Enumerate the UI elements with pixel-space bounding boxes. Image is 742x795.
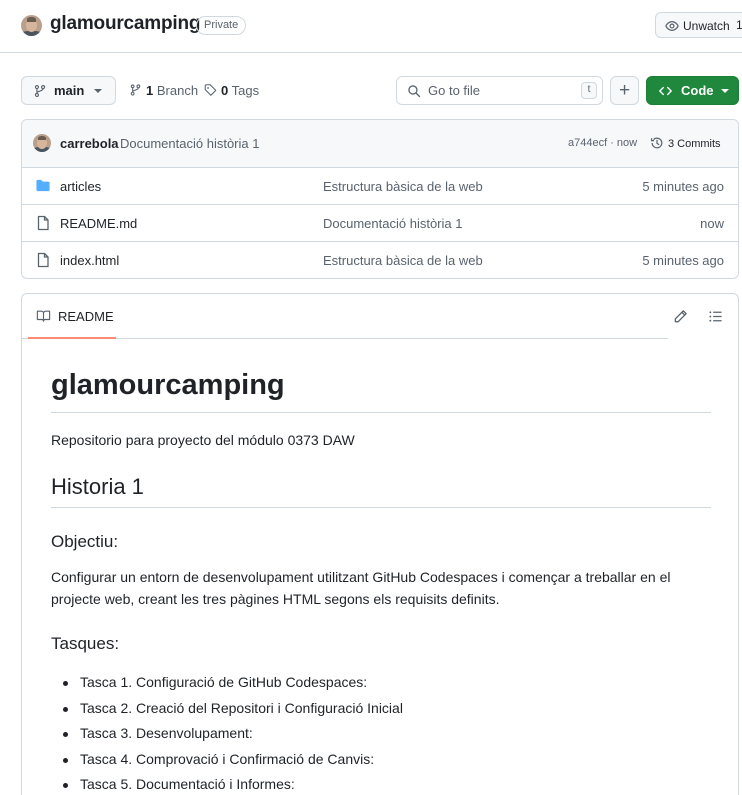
chevron-down-icon [721,89,729,93]
file-browser: carrebola Documentació història 1 a744ec… [21,119,739,279]
commit-hash-time[interactable]: a744ecf · now [568,137,637,149]
file-age: 5 minutes ago [642,253,724,268]
tab-readme[interactable]: README [28,294,116,339]
file-icon [35,215,51,234]
file-name[interactable]: articles [60,179,101,194]
branches-count: 1 [146,83,154,98]
objective-heading: Objectiu: [51,532,119,551]
tag-icon [204,83,217,100]
readme-section-heading: Historia 1 [51,473,711,508]
tags-count: 0 [221,83,229,98]
visibility-badge: Private [196,16,247,35]
commit-message[interactable]: Documentació història 1 [120,136,259,151]
commit-author[interactable]: carrebola [60,136,119,151]
readme-tab-label: README [58,309,114,324]
watch-count: 1 [736,18,742,32]
branches-label: Branch [156,83,199,98]
book-icon [36,309,51,326]
plus-icon: + [618,80,631,101]
list-item: Tasca 4. Comprovació i Confirmació de Ca… [63,747,711,773]
file-row[interactable]: index.html Estructura bàsica de la web 5… [22,242,738,278]
list-item: Tasca 1. Configuració de GitHub Codespac… [63,670,711,696]
shortcut-key-badge: t [581,82,597,99]
list-item: Tasca 5. Documentació i Informes: [63,772,711,795]
file-row[interactable]: articles Estructura bàsica de la web 5 m… [22,168,738,205]
file-commit-message[interactable]: Estructura bàsica de la web [323,253,483,268]
go-to-file-search[interactable] [396,76,603,105]
branches-link[interactable]: 1 Branch [129,83,198,100]
repo-name[interactable]: glamourcamping [50,13,200,35]
code-button[interactable]: Code [646,76,739,105]
readme-header: README [22,294,668,339]
repo-header: glamourcamping Private Unwatch 1 [0,0,742,53]
file-age: now [700,216,724,231]
eye-icon [665,19,679,36]
code-button-label: Code [681,83,714,98]
readme-title: glamourcamping [51,366,711,413]
commit-author-avatar[interactable] [33,134,51,152]
folder-icon [35,178,51,196]
branch-selector-button[interactable]: main [21,76,116,105]
go-to-file-input[interactable] [428,82,568,99]
list-item: Tasca 3. Desenvolupament: [63,721,711,747]
file-commit-message[interactable]: Estructura bàsica de la web [323,179,483,194]
file-age: 5 minutes ago [642,179,724,194]
pencil-icon[interactable] [673,309,688,327]
git-branch-icon [33,84,47,101]
tags-label: Tags [231,83,260,98]
file-row[interactable]: README.md Documentació història 1 now [22,205,738,242]
unwatch-label: Unwatch [683,19,730,33]
file-name[interactable]: README.md [60,216,137,231]
file-icon [35,252,51,271]
tasks-heading: Tasques: [51,634,120,653]
list-unordered-icon[interactable] [708,309,723,327]
search-icon [407,84,421,101]
readme-content: glamourcamping Repositorio para proyecto… [51,350,711,795]
commits-count-label: 3 Commits [668,138,721,150]
file-commit-message[interactable]: Documentació història 1 [323,216,462,231]
objective-text: Configurar un entorn de desenvolupament … [51,569,671,607]
add-file-button[interactable]: + [610,76,639,105]
git-branch-icon [129,83,142,100]
tasks-list: Tasca 1. Configuració de GitHub Codespac… [51,670,711,795]
history-icon [650,136,664,153]
tags-link[interactable]: 0 Tags [204,83,259,100]
chevron-down-icon [94,89,102,93]
branch-name: main [54,83,85,98]
unwatch-button[interactable]: Unwatch 1 [655,12,742,38]
owner-avatar[interactable] [21,15,42,36]
list-item: Tasca 2. Creació del Repositori i Config… [63,696,711,722]
file-name[interactable]: index.html [60,253,119,268]
latest-commit-row: carrebola Documentació història 1 a744ec… [22,120,738,168]
readme-panel: README glamourcamping Repositorio para p… [21,293,739,795]
readme-intro: Repositorio para proyecto del módulo 037… [51,432,355,448]
code-icon [658,84,673,101]
